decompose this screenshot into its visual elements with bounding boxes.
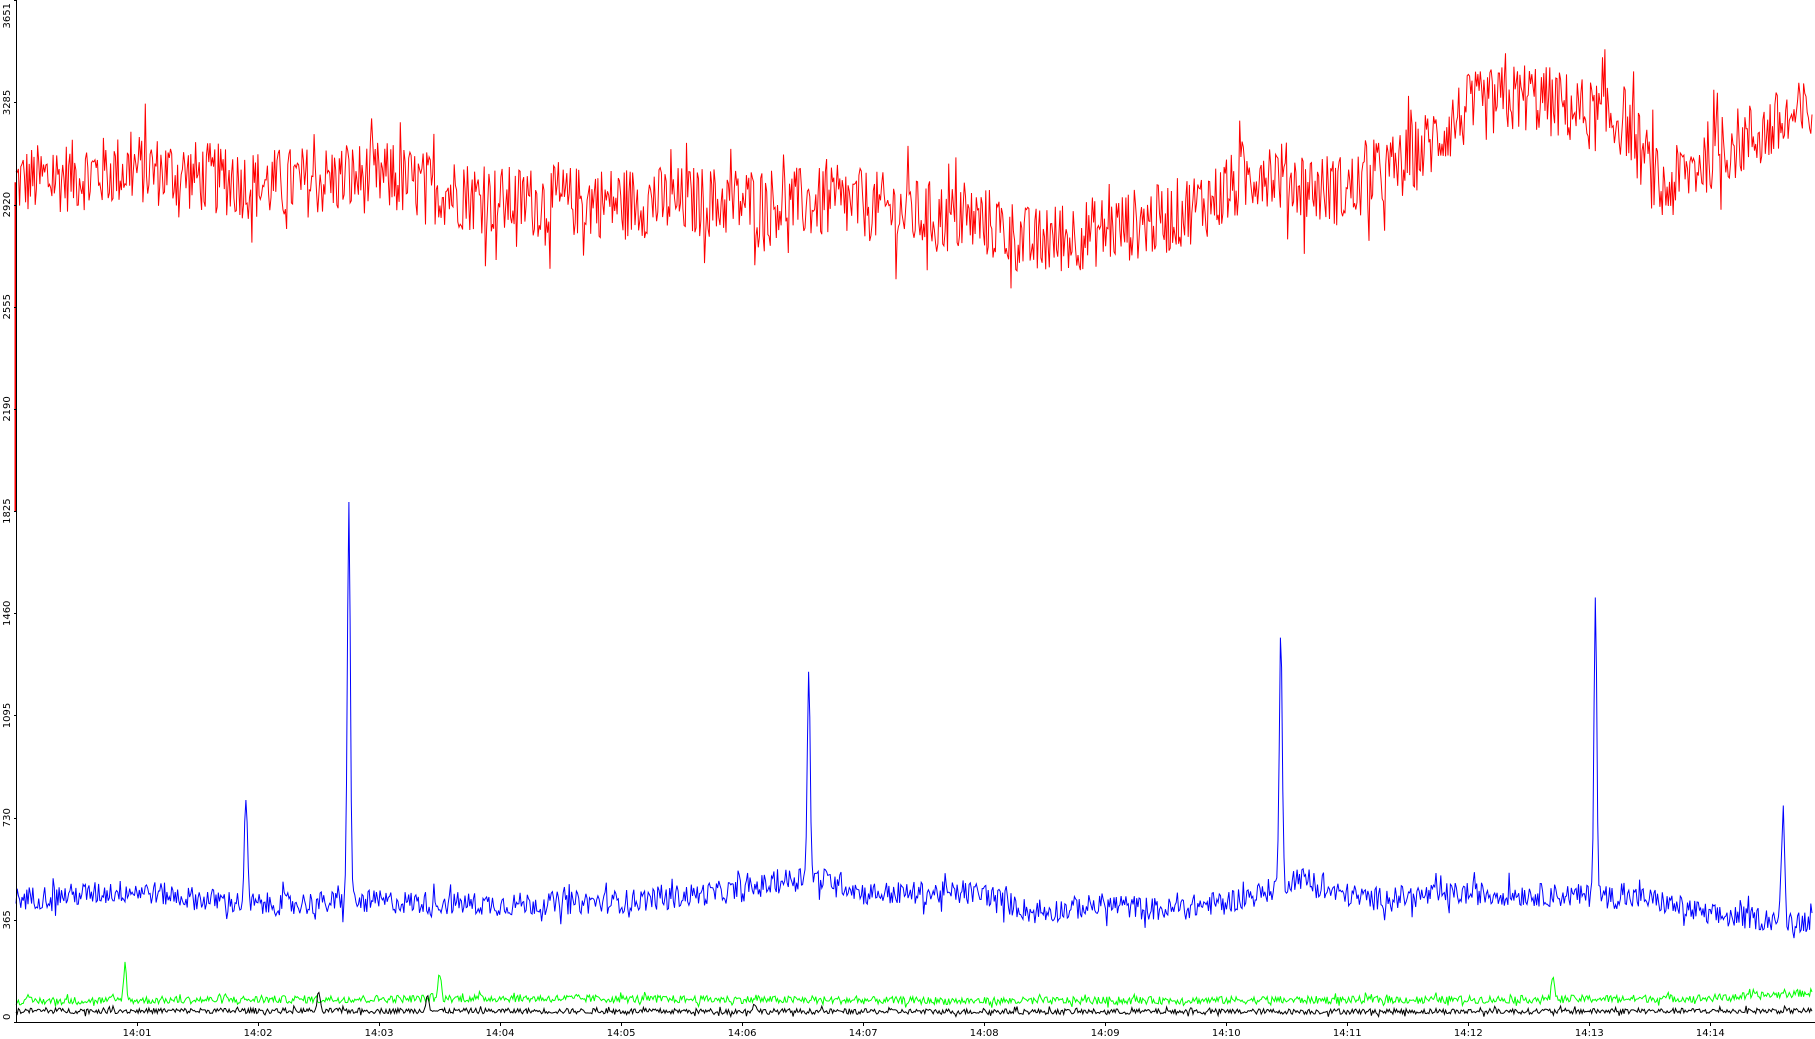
x-tick: 14:07: [849, 1022, 878, 1039]
x-tick-label: 14:08: [970, 1028, 999, 1039]
series-line-blue: [15, 501, 1813, 939]
line-chart: 036573010951460182521902555292032853651 …: [2, 0, 1815, 1039]
x-tick: 14:04: [486, 1022, 515, 1039]
x-tick-label: 14:01: [123, 1028, 152, 1039]
x-tick-label: 14:13: [1575, 1028, 1604, 1039]
x-tick: 14:03: [365, 1022, 394, 1039]
x-tick-label: 14:14: [1696, 1028, 1725, 1039]
y-tick-label: 2555: [2, 294, 13, 319]
x-tick: 14:14: [1696, 1022, 1725, 1039]
y-tick-label: 3285: [2, 90, 13, 115]
x-tick-label: 14:10: [1212, 1028, 1241, 1039]
y-tick: 1460: [2, 601, 17, 626]
x-tick: 14:10: [1212, 1022, 1241, 1039]
x-tick-label: 14:11: [1333, 1028, 1362, 1039]
y-tick-label: 2190: [2, 396, 13, 421]
x-tick-label: 14:07: [849, 1028, 878, 1039]
y-tick: 730: [2, 808, 17, 827]
y-tick: 365: [2, 910, 17, 929]
y-tick-label: 3651: [2, 3, 13, 28]
x-tick: 14:02: [244, 1022, 273, 1039]
x-tick-label: 14:05: [607, 1028, 636, 1039]
y-tick: 3285: [2, 90, 17, 115]
x-tick: 14:05: [607, 1022, 636, 1039]
x-tick-label: 14:02: [244, 1028, 273, 1039]
x-tick-label: 14:12: [1454, 1028, 1483, 1039]
x-tick: 14:09: [1091, 1022, 1120, 1039]
x-tick: 14:11: [1333, 1022, 1362, 1039]
series-line-green: [15, 961, 1813, 1009]
x-tick: 14:06: [728, 1022, 757, 1039]
y-axis-ticks: 0 365 730 1095 1460 1825 2190 2555 2920 3285 3651: [2, 0, 17, 1023]
series-line-red: [15, 49, 1813, 289]
x-tick-label: 14:09: [1091, 1028, 1120, 1039]
y-tick-label: 2920: [2, 192, 13, 217]
x-tick-label: 14:03: [365, 1028, 394, 1039]
x-tick: 14:01: [123, 1022, 152, 1039]
y-tick-label: 1095: [2, 703, 13, 728]
x-tick-label: 14:06: [728, 1028, 757, 1039]
x-tick-label: 14:04: [486, 1028, 515, 1039]
y-tick-label: 1825: [2, 498, 13, 523]
x-tick: 14:13: [1575, 1022, 1604, 1039]
series-layer: [14, 49, 1813, 1019]
y-tick: 3651: [2, 0, 17, 28]
x-tick: 14:08: [970, 1022, 999, 1039]
y-tick-label: 730: [2, 808, 13, 827]
x-axis-ticks: 14:01 14:02 14:03 14:04 14:05 14:06 14:07 14:08…: [123, 1022, 1725, 1039]
y-tick-label: 0: [2, 1014, 13, 1020]
y-tick: 1095: [2, 703, 17, 728]
y-tick: 0: [2, 1014, 17, 1023]
y-tick-label: 365: [2, 910, 13, 929]
x-tick: 14:12: [1454, 1022, 1483, 1039]
y-tick-label: 1460: [2, 601, 13, 626]
